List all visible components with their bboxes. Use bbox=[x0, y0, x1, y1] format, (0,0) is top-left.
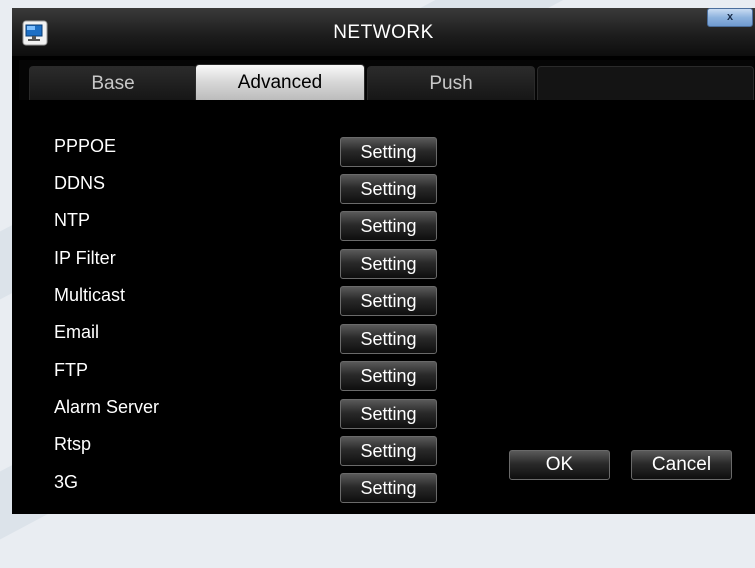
tab-strip-filler bbox=[537, 66, 754, 100]
window-title: NETWORK bbox=[333, 22, 434, 43]
ntp-setting-button[interactable]: Setting bbox=[340, 211, 437, 241]
pppoe-setting-button[interactable]: Setting bbox=[340, 137, 437, 167]
row-label-pppoe: PPPOE bbox=[54, 136, 117, 156]
row-label-ftp: FTP bbox=[54, 360, 88, 380]
close-icon: x bbox=[726, 11, 734, 23]
ftp-setting-button[interactable]: Setting bbox=[340, 361, 437, 391]
row-label-multicast: Multicast bbox=[54, 285, 126, 305]
title-bar: NETWORK x bbox=[12, 8, 755, 56]
tab-strip: Base Advanced Push bbox=[19, 60, 754, 100]
row-label-email: Email bbox=[54, 322, 100, 342]
close-button[interactable]: x bbox=[707, 8, 753, 27]
row-label-alarm-server: Alarm Server bbox=[54, 397, 160, 417]
cancel-button[interactable]: Cancel bbox=[631, 450, 732, 480]
row-label-rtsp: Rtsp bbox=[54, 434, 92, 454]
multicast-setting-button[interactable]: Setting bbox=[340, 286, 437, 316]
ok-button[interactable]: OK bbox=[509, 450, 610, 480]
ddns-setting-button[interactable]: Setting bbox=[340, 174, 437, 204]
tab-advanced[interactable]: Advanced bbox=[195, 64, 365, 100]
rtsp-setting-button[interactable]: Setting bbox=[340, 436, 437, 466]
network-window: NETWORK x Base Advanced Push PPPOE Setti… bbox=[12, 8, 755, 514]
row-label-ip-filter: IP Filter bbox=[54, 248, 116, 268]
tab-base[interactable]: Base bbox=[29, 66, 197, 100]
row-label-ntp: NTP bbox=[54, 210, 90, 230]
row-label-3g: 3G bbox=[54, 472, 79, 492]
ip-filter-setting-button[interactable]: Setting bbox=[340, 249, 437, 279]
email-setting-button[interactable]: Setting bbox=[340, 324, 437, 354]
tab-push[interactable]: Push bbox=[367, 66, 535, 100]
alarm-server-setting-button[interactable]: Setting bbox=[340, 399, 437, 429]
3g-setting-button[interactable]: Setting bbox=[340, 473, 437, 503]
row-label-ddns: DDNS bbox=[54, 173, 106, 193]
